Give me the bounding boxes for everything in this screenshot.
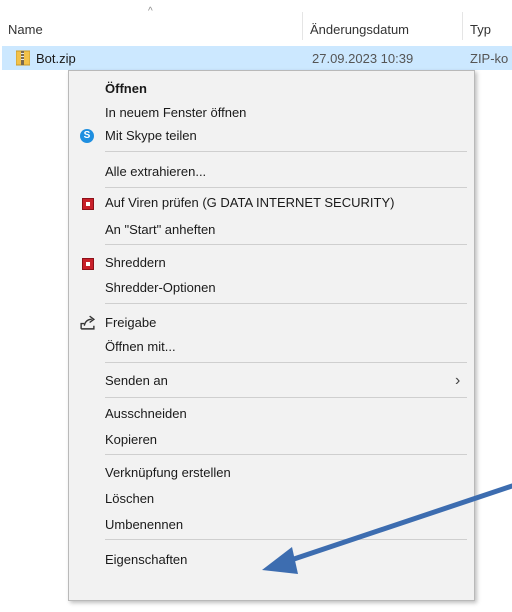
menu-label: Kopieren: [105, 432, 158, 447]
menu-item-share[interactable]: Freigabe: [69, 311, 474, 335]
column-divider[interactable]: [462, 12, 463, 40]
menu-item-copy[interactable]: Kopieren: [69, 428, 474, 452]
menu-label: Freigabe: [105, 315, 157, 330]
menu-label: Eigenschaften: [105, 552, 188, 567]
menu-separator: [105, 539, 467, 540]
menu-label: Auf Viren prüfen (G DATA INTERNET SECURI…: [105, 195, 395, 210]
menu-separator: [105, 397, 467, 398]
file-type: ZIP-ko: [470, 51, 509, 66]
column-date[interactable]: Änderungsdatum: [310, 22, 409, 37]
skype-icon: S: [80, 129, 94, 143]
file-name[interactable]: Bot.zip: [36, 51, 76, 66]
menu-separator: [105, 454, 467, 455]
menu-separator: [105, 244, 467, 245]
menu-label: Alle extrahieren...: [105, 164, 207, 179]
menu-item-properties[interactable]: Eigenschaften: [69, 548, 474, 572]
menu-label: Senden an: [105, 373, 168, 388]
context-menu: Öffnen In neuem Fenster öffnen S Mit Sky…: [68, 70, 475, 601]
menu-label: An "Start" anheften: [105, 222, 216, 237]
share-icon: [80, 315, 96, 330]
menu-item-shred[interactable]: Shreddern: [69, 251, 474, 275]
menu-item-delete[interactable]: Löschen: [69, 487, 474, 511]
menu-label: Öffnen: [105, 81, 147, 96]
menu-item-create-shortcut[interactable]: Verknüpfung erstellen: [69, 461, 474, 485]
menu-label: Mit Skype teilen: [105, 128, 197, 143]
menu-item-rename[interactable]: Umbenennen: [69, 513, 474, 537]
column-divider[interactable]: [302, 12, 303, 40]
column-header: Name ^ Änderungsdatum Typ: [0, 0, 512, 44]
gdata-icon: [82, 198, 94, 210]
menu-item-virus-scan[interactable]: Auf Viren prüfen (G DATA INTERNET SECURI…: [69, 191, 474, 215]
menu-item-send-to[interactable]: Senden an ›: [69, 369, 474, 393]
menu-label: Shreddern: [105, 255, 166, 270]
shredder-icon: [82, 258, 94, 270]
menu-label: Ausschneiden: [105, 406, 187, 421]
menu-item-extract-all[interactable]: Alle extrahieren...: [69, 160, 474, 184]
menu-separator: [105, 187, 467, 188]
menu-separator: [105, 362, 467, 363]
menu-item-shredder-options[interactable]: Shredder-Optionen: [69, 276, 474, 300]
zip-folder-icon: [16, 50, 30, 66]
file-date: 27.09.2023 10:39: [312, 51, 414, 66]
menu-label: Öffnen mit...: [105, 339, 176, 354]
column-type[interactable]: Typ: [470, 22, 491, 37]
menu-separator: [105, 303, 467, 304]
menu-separator: [105, 151, 467, 152]
menu-label: Löschen: [105, 491, 155, 506]
menu-item-cut[interactable]: Ausschneiden: [69, 402, 474, 426]
menu-item-skype-share[interactable]: S Mit Skype teilen: [69, 124, 474, 148]
menu-label: Umbenennen: [105, 517, 184, 532]
menu-label: Verknüpfung erstellen: [105, 465, 231, 480]
menu-item-pin-start[interactable]: An "Start" anheften: [69, 218, 474, 242]
menu-label: In neuem Fenster öffnen: [105, 105, 247, 120]
menu-item-open-new-window[interactable]: In neuem Fenster öffnen: [69, 101, 474, 125]
menu-label: Shredder-Optionen: [105, 280, 216, 295]
chevron-right-icon: ›: [455, 372, 461, 389]
column-name[interactable]: Name: [8, 22, 43, 37]
menu-item-open-with[interactable]: Öffnen mit...: [69, 335, 474, 359]
sort-ascending-icon: ^: [148, 6, 153, 17]
file-row-selected[interactable]: Bot.zip 27.09.2023 10:39 ZIP-ko: [2, 46, 512, 70]
menu-item-open[interactable]: Öffnen: [69, 77, 474, 101]
